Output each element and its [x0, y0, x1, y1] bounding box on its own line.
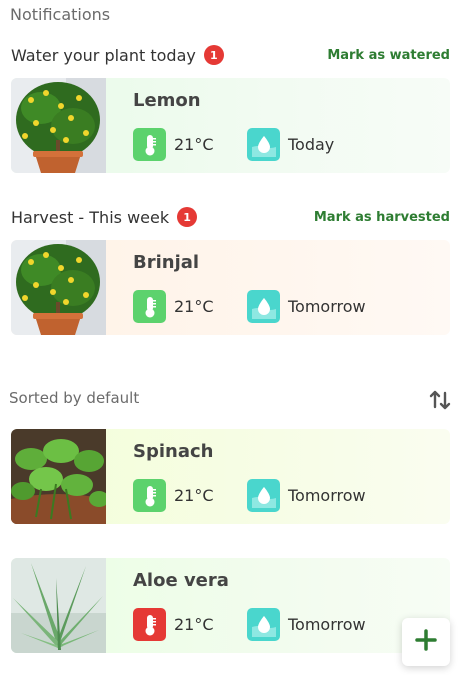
water-group-header: Water your plant today 1 Mark as watered: [11, 43, 450, 67]
sort-label: Sorted by default: [9, 389, 140, 407]
thermometer-icon: [133, 290, 166, 323]
water-schedule: Today: [288, 135, 335, 154]
water-drop-icon: [247, 128, 280, 161]
plant-card-lemon[interactable]: Lemon 21°C Today: [11, 78, 450, 173]
plant-image-spinach: [11, 429, 106, 524]
plus-icon: [415, 629, 437, 655]
plant-name: Spinach: [133, 441, 214, 462]
thermometer-icon: [133, 479, 166, 512]
plant-image-brinjal: [11, 240, 106, 335]
water-schedule: Tomorrow: [288, 297, 366, 316]
temperature-value: 21°C: [174, 135, 214, 154]
mark-as-harvested-button[interactable]: Mark as harvested: [314, 210, 450, 225]
harvest-group-title-text: Harvest - This week: [11, 207, 170, 227]
plant-image-aloe-vera: [11, 558, 106, 653]
water-drop-icon: [247, 290, 280, 323]
sort-arrows-icon[interactable]: [429, 389, 451, 411]
plant-name: Aloe vera: [133, 570, 229, 591]
add-plant-button[interactable]: [402, 618, 450, 666]
plant-name: Brinjal: [133, 252, 200, 273]
temperature-value: 21°C: [174, 486, 214, 505]
water-schedule: Tomorrow: [288, 486, 366, 505]
thermometer-icon: [133, 608, 166, 641]
temperature-value: 21°C: [174, 615, 214, 634]
water-group-title-text: Water your plant today: [11, 45, 196, 65]
harvest-group-title: Harvest - This week 1: [11, 207, 198, 227]
plant-card-aloe-vera[interactable]: Aloe vera 21°C Tomorrow: [11, 558, 450, 653]
mark-as-watered-button[interactable]: Mark as watered: [327, 48, 450, 63]
water-schedule: Tomorrow: [288, 615, 366, 634]
plant-name: Lemon: [133, 90, 201, 111]
plant-card-brinjal[interactable]: Brinjal 21°C Tomorrow: [11, 240, 450, 335]
thermometer-icon: [133, 128, 166, 161]
harvest-group-header: Harvest - This week 1 Mark as harvested: [11, 205, 450, 229]
water-drop-icon: [247, 608, 280, 641]
temperature-value: 21°C: [174, 297, 214, 316]
plant-card-spinach[interactable]: Spinach 21°C Tomorrow: [11, 429, 450, 524]
water-drop-icon: [247, 479, 280, 512]
plant-image-lemon: [11, 78, 106, 173]
harvest-count-badge: 1: [177, 207, 198, 227]
water-count-badge: 1: [203, 45, 224, 65]
page-title: Notifications: [10, 5, 111, 24]
water-group-title: Water your plant today 1: [11, 45, 224, 65]
